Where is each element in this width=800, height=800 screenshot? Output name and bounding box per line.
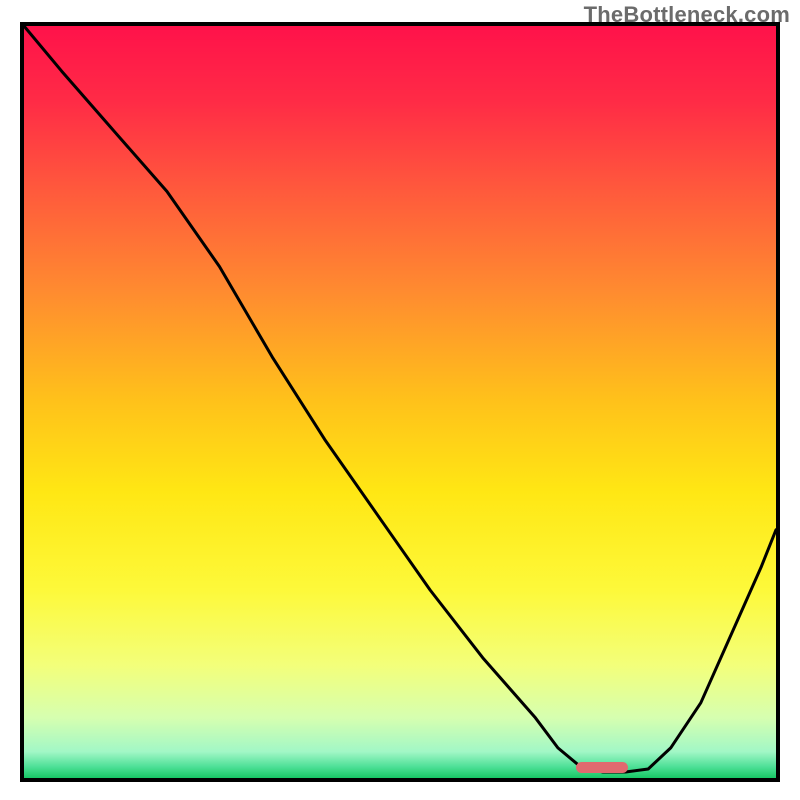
bottleneck-marker [576,762,628,773]
chart-frame [20,22,780,782]
watermark-text: TheBottleneck.com [584,2,790,28]
bottleneck-curve [24,26,776,778]
curve-path [24,26,776,772]
